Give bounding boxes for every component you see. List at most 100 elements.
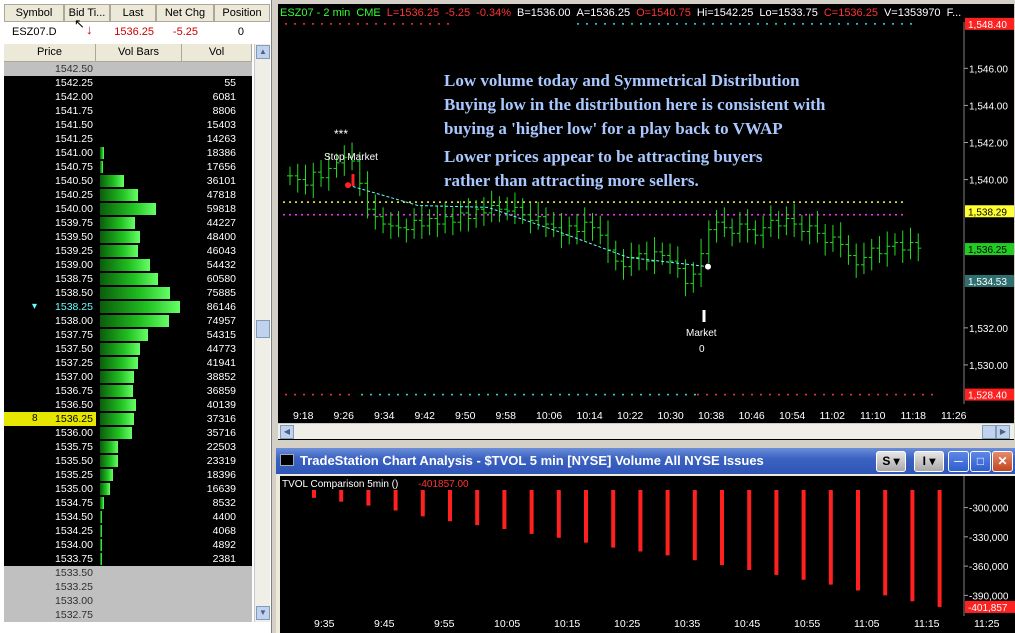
matrix-header-vol[interactable]: Vol	[182, 44, 252, 62]
tvol-bar	[420, 490, 425, 517]
ladder-row[interactable]: 1533.00	[4, 594, 252, 608]
matrix-header-vol-bars[interactable]: Vol Bars	[96, 44, 182, 62]
yellow-level-dot	[523, 201, 525, 204]
lower-band-dot	[514, 393, 516, 396]
quote-header-bid-time[interactable]: Bid Ti...	[64, 4, 110, 22]
ladder-row[interactable]: 1542.50	[4, 62, 252, 76]
ladder-row[interactable]: 1536.25 8 37316	[4, 412, 252, 426]
scroll-thumb[interactable]	[256, 320, 270, 338]
ladder-row[interactable]: 1534.25 4068	[4, 524, 252, 538]
scroll-down-button[interactable]: ▼	[256, 606, 270, 620]
yellow-level-dot	[745, 201, 747, 204]
ladder-row[interactable]: 1536.75 36859	[4, 384, 252, 398]
volume-bar	[100, 329, 148, 341]
scroll-up-button[interactable]: ▲	[256, 45, 270, 59]
minimize-button[interactable]: ─	[948, 451, 969, 472]
tvol-chart-plot[interactable]: TVOL Comparison 5min () -401857.00 -300,00…	[280, 476, 1015, 633]
ladder-row[interactable]: 1538.00 74957	[4, 314, 252, 328]
ladder-row[interactable]: 1541.50 15403	[4, 118, 252, 132]
ladder-row[interactable]: 1541.75 8806	[4, 104, 252, 118]
magenta-level-dot	[379, 213, 381, 216]
quote-header-position[interactable]: Position	[214, 4, 270, 22]
ladder-row[interactable]: 1539.50 48400	[4, 230, 252, 244]
ladder-row[interactable]: 1534.50 4400	[4, 510, 252, 524]
symbol-menu-button[interactable]: S ▾	[876, 451, 906, 472]
matrix-header-price[interactable]: Price	[4, 44, 96, 62]
ladder-row[interactable]: 1535.75 22503	[4, 440, 252, 454]
ladder-row[interactable]: 1540.25 47818	[4, 188, 252, 202]
ladder-row[interactable]: 1536.00 35716	[4, 426, 252, 440]
price-chart[interactable]: Stop Market *** Market 0 Low volume today an…	[278, 4, 1014, 423]
ladder-row[interactable]: 1533.75 2381	[4, 552, 252, 566]
quote-header-symbol[interactable]: Symbol	[4, 4, 64, 22]
matrix-scrollbar[interactable]: ▲ ▼	[254, 44, 270, 622]
ladder-price: 1533.50	[55, 567, 93, 579]
chart-horizontal-scrollbar[interactable]: ◀ ▶	[278, 423, 1014, 439]
quote-symbol[interactable]: ESZ07.D	[12, 24, 72, 40]
ladder-row[interactable]: 1535.25 18396	[4, 468, 252, 482]
ladder-row[interactable]: 1537.00 38852	[4, 370, 252, 384]
price-ladder[interactable]: 1542.50 1542.25 55 1542.00 6081 1541.75 8806 15…	[4, 62, 252, 622]
upper-band-dot	[649, 22, 651, 25]
lower-band-dot	[541, 393, 543, 396]
tvol-window-titlebar[interactable]: TradeStation Chart Analysis - $TVOL 5 mi…	[276, 448, 1015, 474]
lower-band-dot	[478, 393, 480, 396]
tvol-bar	[937, 490, 942, 607]
ladder-row[interactable]: 1538.75 60580	[4, 272, 252, 286]
ladder-row[interactable]: 1540.75 17656	[4, 160, 252, 174]
ladder-row[interactable]: 1539.25 46043	[4, 244, 252, 258]
magenta-level-dot	[835, 213, 837, 216]
ladder-row[interactable]: 1538.50 75885	[4, 286, 252, 300]
yellow-level-dot	[493, 201, 495, 204]
horizontal-scroll-thumb[interactable]	[982, 425, 996, 439]
volume-bar	[100, 231, 140, 243]
ladder-row[interactable]: 1537.25 41941	[4, 356, 252, 370]
ladder-row[interactable]: 1536.50 40139	[4, 398, 252, 412]
ladder-row[interactable]: 1541.00 18386	[4, 146, 252, 160]
matrix-header: Price Vol Bars Vol	[4, 44, 252, 62]
ladder-row[interactable]: 1540.50 36101	[4, 174, 252, 188]
ladder-row[interactable]: 1533.25	[4, 580, 252, 594]
x-tick-label: 9:34	[374, 410, 395, 422]
ladder-row[interactable]: 1539.00 54432	[4, 258, 252, 272]
ladder-row[interactable]: 1541.25 14263	[4, 132, 252, 146]
magenta-level-dot	[541, 213, 543, 216]
magenta-level-dot	[463, 213, 465, 216]
tvol-y-tick-label: -330,000	[969, 533, 1009, 544]
yellow-level-dot	[871, 201, 873, 204]
ladder-row[interactable]: 1537.75 54315	[4, 328, 252, 342]
scroll-right-button[interactable]: ▶	[996, 425, 1010, 439]
quote-header-net-chg[interactable]: Net Chg	[156, 4, 214, 22]
magenta-level-dot	[625, 213, 627, 216]
ladder-row[interactable]: 1540.00 59818	[4, 202, 252, 216]
volume-bar	[100, 357, 138, 369]
scroll-left-button[interactable]: ◀	[280, 425, 294, 439]
yellow-level-dot	[481, 201, 483, 204]
price-chart-window[interactable]: ESZ07 - 2 min CME L=1536.25 -5.25 -0.34% B=15…	[278, 4, 1014, 440]
ladder-volume: 38852	[206, 371, 236, 383]
ladder-row[interactable]: 1539.75 44227	[4, 216, 252, 230]
x-tick-label: 9:18	[293, 410, 314, 422]
yellow-level-dot	[313, 201, 315, 204]
yellow-level-dot	[283, 201, 285, 204]
ladder-row[interactable]: 1538.25 ▾ 86146	[4, 300, 252, 314]
upper-band-dot	[438, 22, 440, 25]
maximize-button[interactable]: □	[970, 451, 991, 472]
lower-band-dot	[922, 393, 924, 396]
ladder-row[interactable]: 1534.75 8532	[4, 496, 252, 510]
close-button[interactable]: ✕	[992, 451, 1013, 472]
ladder-row[interactable]: 1542.00 6081	[4, 90, 252, 104]
yellow-level-dot	[799, 201, 801, 204]
ladder-row[interactable]: 1534.00 4892	[4, 538, 252, 552]
ladder-row[interactable]: 1542.25 55	[4, 76, 252, 90]
ladder-row[interactable]: 1535.00 16639	[4, 482, 252, 496]
volume-bar	[100, 161, 104, 173]
ladder-row[interactable]: 1535.50 23319	[4, 454, 252, 468]
quote-header-last[interactable]: Last	[110, 4, 156, 22]
yellow-level-dot	[853, 201, 855, 204]
ladder-row[interactable]: 1533.50	[4, 566, 252, 580]
tvol-chart[interactable]: TVOL Comparison 5min () -401857.00 -300,00…	[280, 476, 1015, 633]
ladder-row[interactable]: 1537.50 44773	[4, 342, 252, 356]
ladder-row[interactable]: 1532.75	[4, 608, 252, 622]
indicator-menu-button[interactable]: I ▾	[914, 451, 944, 472]
